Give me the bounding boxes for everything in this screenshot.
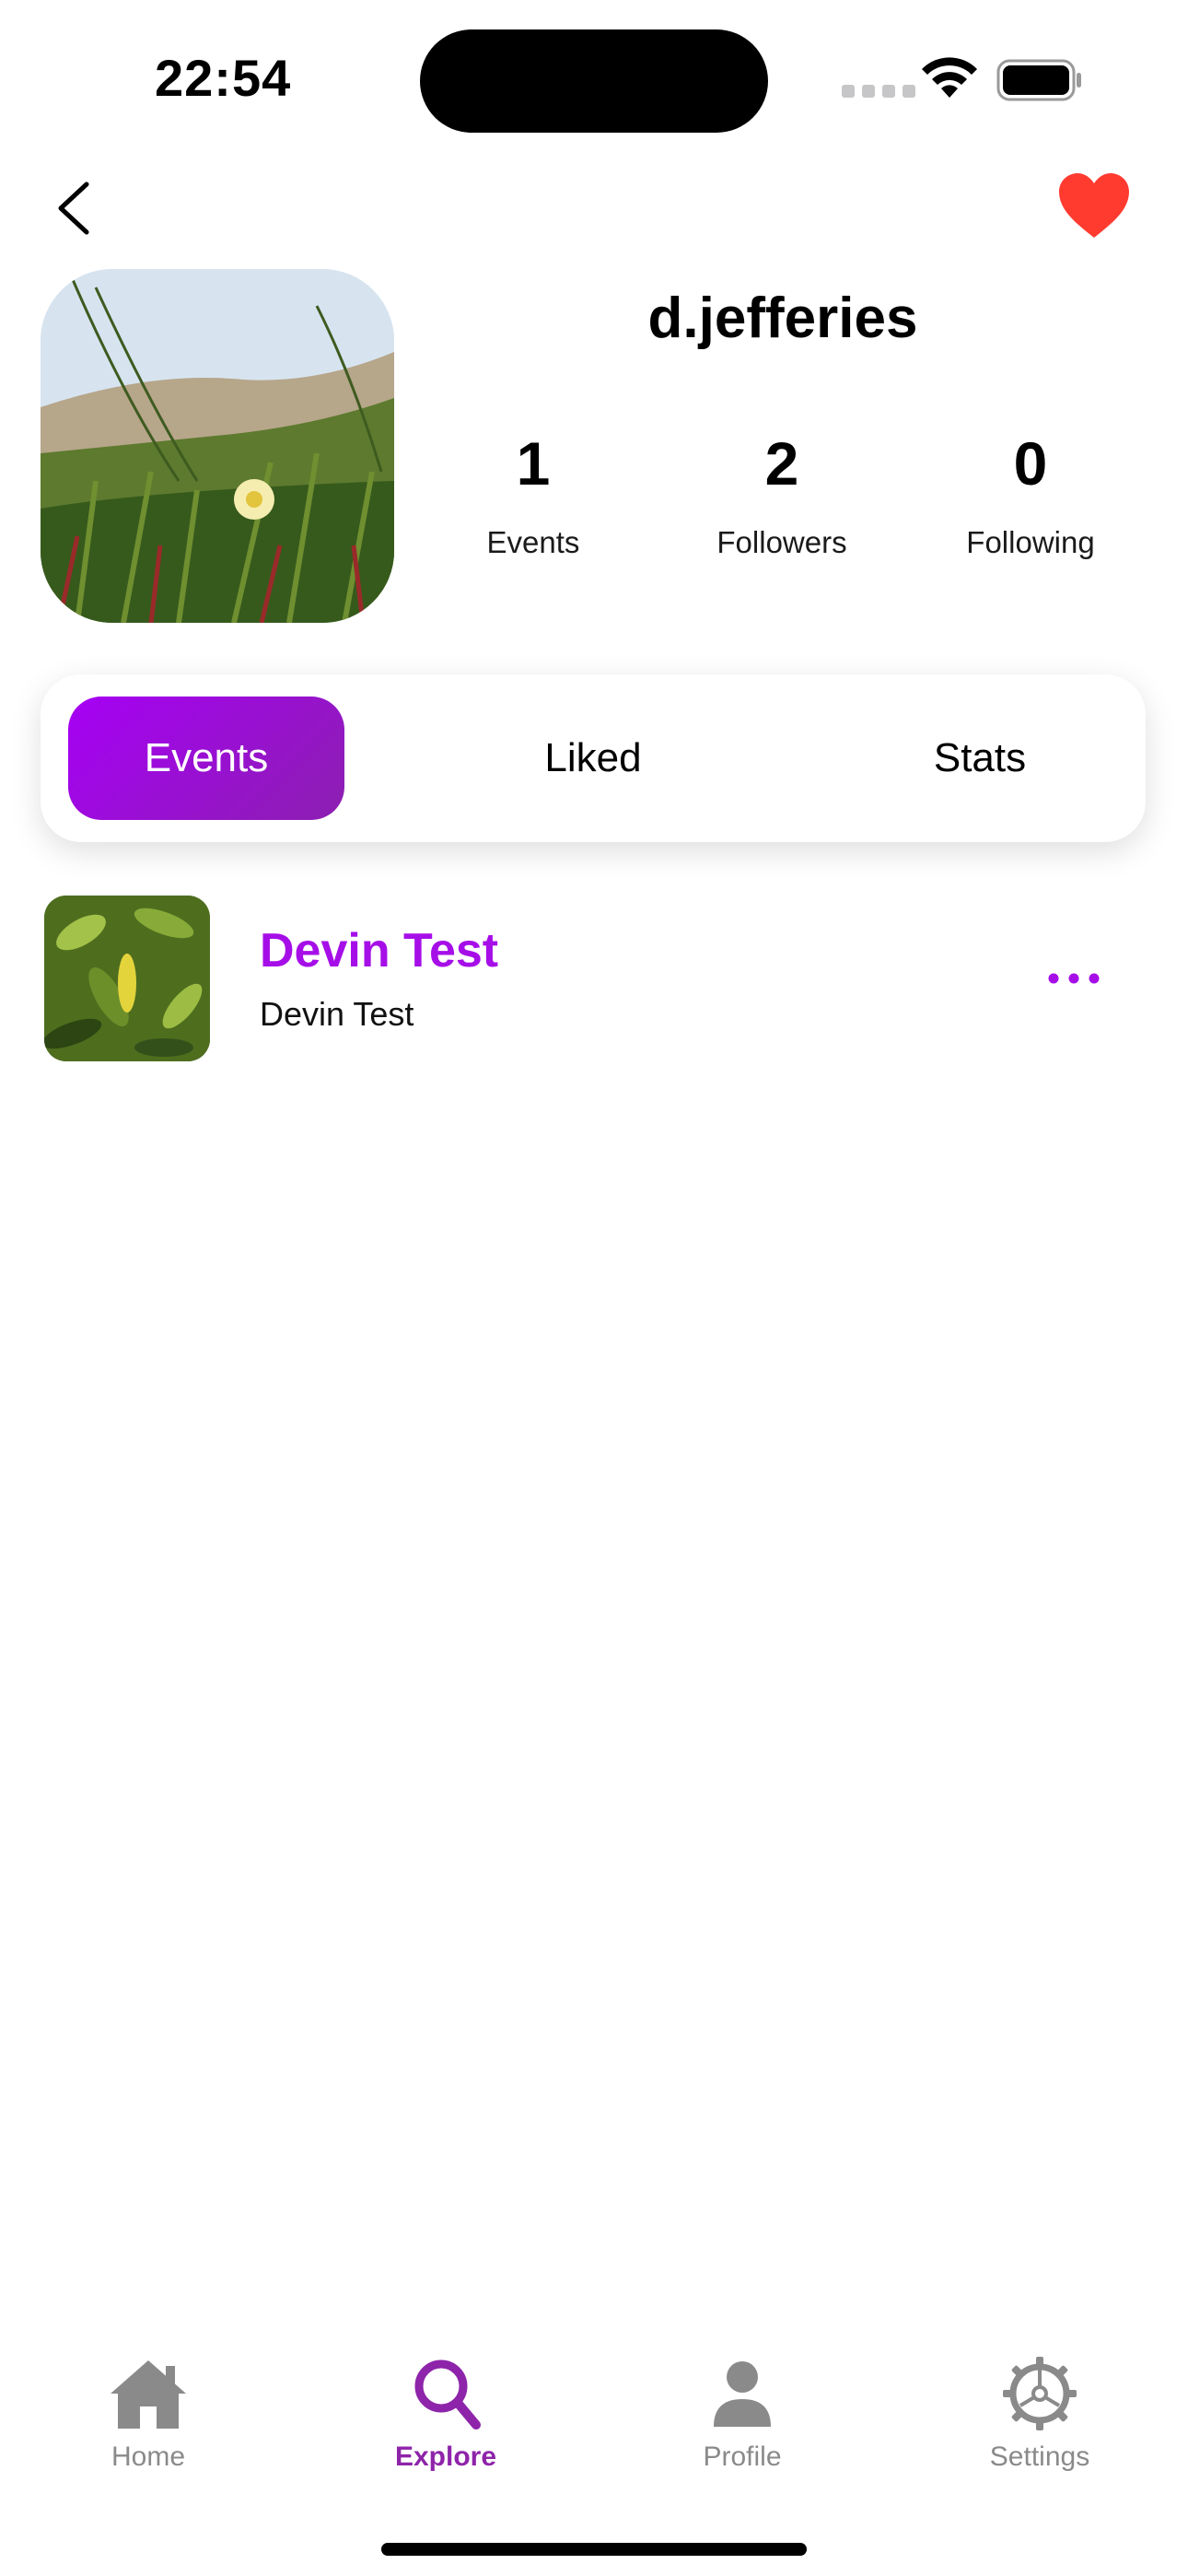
stat-events-label: Events [486,525,580,559]
cellular-signal-icon [842,85,915,98]
segment-liked[interactable]: Liked [455,697,731,820]
tab-profile-label: Profile [703,2441,782,2472]
segmented-control: Events Liked Stats [41,674,1146,842]
stat-followers-label: Followers [716,525,847,559]
segment-stats[interactable]: Stats [842,697,1118,820]
heart-icon[interactable] [1057,171,1131,241]
home-icon [111,2360,186,2429]
stat-events[interactable]: 1 Events [409,433,658,560]
stat-following-label: Following [966,525,1095,559]
tab-profile[interactable]: Profile [650,2355,834,2473]
status-time: 22:54 [155,49,292,107]
home-indicator [381,2543,807,2556]
gear-icon [1003,2357,1077,2430]
tab-home-label: Home [111,2441,186,2472]
dynamic-island [420,29,768,133]
tab-home[interactable]: Home [56,2355,240,2473]
search-icon [414,2359,481,2430]
person-icon [714,2361,771,2427]
segment-events[interactable]: Events [68,697,344,820]
event-subtitle: Devin Test [260,995,414,1033]
event-thumbnail[interactable] [44,896,210,1061]
tab-settings-label: Settings [989,2441,1090,2472]
stat-following[interactable]: 0 Following [906,433,1155,560]
profile-username: d.jefferies [647,287,918,350]
tab-explore[interactable]: Explore [354,2355,538,2473]
tab-explore-label: Explore [394,2441,497,2472]
wifi-icon [922,57,977,98]
more-options-icon[interactable] [1046,966,1101,991]
stat-followers[interactable]: 2 Followers [658,433,906,560]
stat-events-count: 1 [516,429,551,498]
stat-followers-count: 2 [764,429,799,498]
stat-following-count: 0 [1013,429,1048,498]
battery-icon [996,59,1081,101]
back-button[interactable] [52,181,96,236]
event-title[interactable]: Devin Test [260,923,498,978]
tab-settings[interactable]: Settings [948,2355,1132,2473]
profile-avatar [41,269,394,623]
